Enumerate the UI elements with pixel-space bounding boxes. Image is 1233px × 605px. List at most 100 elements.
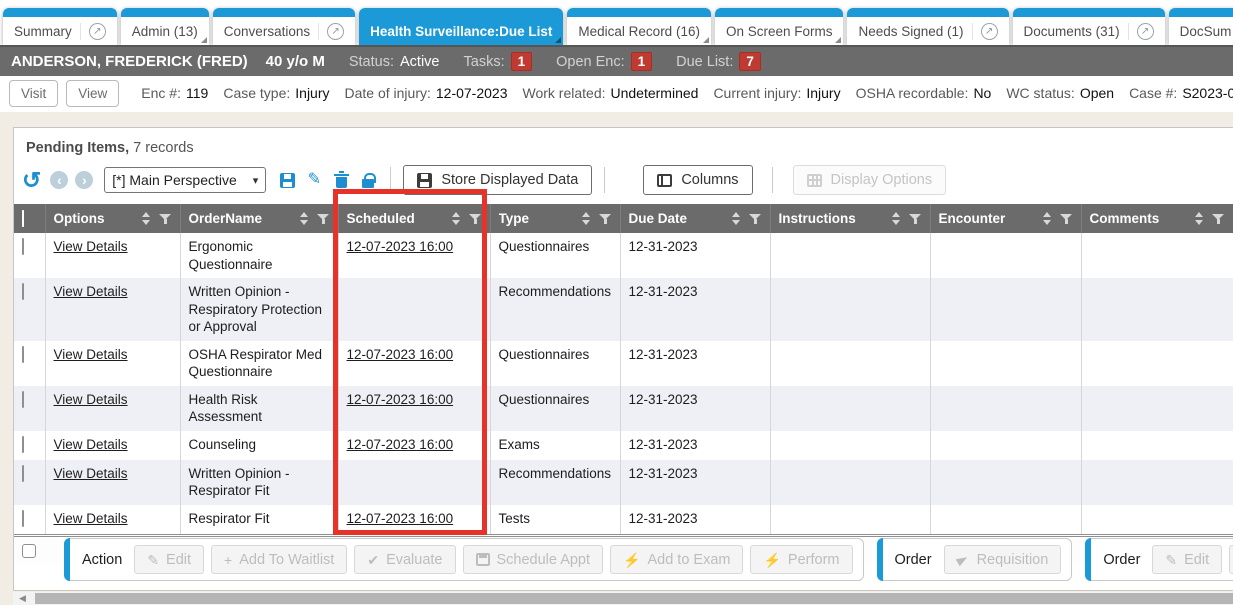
- scheduled-link[interactable]: 12-07-2023 16:00: [347, 347, 454, 362]
- row-checkbox[interactable]: [22, 283, 24, 300]
- bolt-icon: ⚡: [623, 553, 640, 567]
- add-to-exam-button[interactable]: ⚡Add to Exam: [610, 545, 743, 574]
- s-button[interactable]: S: [1229, 545, 1233, 574]
- button-label: Edit: [1184, 552, 1209, 568]
- filter-icon[interactable]: [1212, 213, 1225, 225]
- sort-icon[interactable]: [582, 212, 590, 225]
- perform-button[interactable]: ⚡Perform: [750, 545, 852, 574]
- view-details-link[interactable]: View Details: [54, 284, 128, 299]
- scheduled-link[interactable]: 12-07-2023 16:00: [347, 239, 454, 254]
- patient-age-sex: 40 y/o M: [266, 53, 325, 70]
- sort-icon[interactable]: [1195, 212, 1203, 225]
- add-to-waitlist-button[interactable]: +Add To Waitlist: [211, 545, 347, 574]
- tab-needs-signed-1[interactable]: Needs Signed (1)↗: [847, 8, 1008, 45]
- tab-health-surveillance-due-list[interactable]: Health Surveillance:Due List: [359, 8, 563, 45]
- due-list-badge[interactable]: 7: [739, 52, 761, 71]
- view-details-link[interactable]: View Details: [54, 466, 128, 481]
- save-icon[interactable]: [277, 173, 297, 188]
- row-checkbox[interactable]: [22, 436, 24, 453]
- undo-icon[interactable]: ↺: [22, 170, 41, 190]
- filter-icon[interactable]: [749, 213, 762, 225]
- nav-forward-icon[interactable]: ›: [75, 171, 93, 189]
- pencil-icon[interactable]: ✎: [304, 172, 324, 188]
- row-checkbox[interactable]: [22, 391, 24, 408]
- tab-body: On Screen Forms: [715, 17, 844, 45]
- sort-icon[interactable]: [732, 212, 740, 225]
- external-link-icon[interactable]: ↗: [1137, 23, 1154, 40]
- requisition-button[interactable]: Requisition: [944, 545, 1062, 574]
- row-checkbox[interactable]: [22, 465, 24, 482]
- tab-documents-31[interactable]: Documents (31)↗: [1013, 8, 1165, 45]
- horizontal-scrollbar[interactable]: ◀: [13, 592, 1233, 605]
- tab-docsum-dv[interactable]: DocSum DV↗: [1169, 8, 1233, 45]
- view-details-link[interactable]: View Details: [54, 437, 128, 452]
- type-cell: Tests: [490, 505, 620, 534]
- filter-icon[interactable]: [317, 213, 330, 225]
- sort-icon[interactable]: [300, 212, 308, 225]
- column-header-ordername: OrderName: [180, 204, 338, 233]
- row-checkbox[interactable]: [22, 346, 24, 363]
- filter-icon[interactable]: [159, 213, 172, 225]
- evaluate-button[interactable]: ✔Evaluate: [354, 545, 455, 574]
- schedule-appt-button[interactable]: Schedule Appt: [463, 545, 604, 574]
- lock-icon[interactable]: [358, 172, 378, 188]
- order-name-cell: OSHA Respirator Med Questionnaire: [180, 341, 338, 386]
- row-select-cell: [14, 341, 45, 386]
- scheduled-link[interactable]: 12-07-2023 16:00: [347, 392, 454, 407]
- trash-icon[interactable]: [331, 172, 351, 188]
- encounter-fields: Enc #:119Case type:InjuryDate of injury:…: [141, 85, 1233, 101]
- open-enc-badge[interactable]: 1: [631, 52, 653, 71]
- options-cell: View Details: [45, 341, 180, 386]
- scrollbar-thumb[interactable]: [35, 593, 1233, 604]
- tasks-badge[interactable]: 1: [511, 52, 533, 71]
- sort-icon[interactable]: [452, 212, 460, 225]
- scroll-left-icon[interactable]: ◀: [15, 592, 30, 605]
- view-button[interactable]: View: [66, 80, 119, 107]
- edit-button[interactable]: ✎Edit: [134, 545, 204, 574]
- comments-cell: [1081, 386, 1233, 431]
- display-options-button[interactable]: Display Options: [793, 165, 947, 195]
- external-link-icon[interactable]: ↗: [327, 23, 344, 40]
- external-link-wrap: ↗: [1128, 23, 1154, 40]
- bolt-icon: ⚡: [763, 553, 780, 567]
- view-details-link[interactable]: View Details: [54, 511, 128, 526]
- scheduled-link[interactable]: 12-07-2023 16:00: [347, 437, 454, 452]
- view-details-link[interactable]: View Details: [54, 239, 128, 254]
- tab-admin-13[interactable]: Admin (13): [121, 8, 209, 45]
- edit-button[interactable]: ✎Edit: [1152, 545, 1222, 574]
- scheduled-link[interactable]: 12-07-2023 16:00: [347, 511, 454, 526]
- view-details-link[interactable]: View Details: [54, 347, 128, 362]
- new-row-checkbox[interactable]: [22, 544, 36, 558]
- view-details-link[interactable]: View Details: [54, 392, 128, 407]
- perspective-select[interactable]: [*] Main Perspective ▾: [104, 167, 266, 193]
- nav-back-icon[interactable]: ‹: [50, 171, 68, 189]
- tab-label: DocSum DV: [1180, 24, 1233, 39]
- sort-icon[interactable]: [1043, 212, 1051, 225]
- sort-icon[interactable]: [142, 212, 150, 225]
- row-checkbox[interactable]: [22, 238, 24, 255]
- external-link-icon[interactable]: ↗: [981, 23, 998, 40]
- store-displayed-data-button[interactable]: Store Displayed Data: [403, 165, 592, 195]
- filter-icon[interactable]: [469, 213, 482, 225]
- toolbar-separator: [604, 167, 605, 193]
- tab-medical-record-16[interactable]: Medical Record (16): [567, 8, 711, 45]
- filter-icon[interactable]: [599, 213, 612, 225]
- tab-summary[interactable]: Summary↗: [3, 8, 117, 45]
- row-checkbox[interactable]: [22, 510, 24, 527]
- tab-conversations[interactable]: Conversations↗: [213, 8, 355, 45]
- filter-icon[interactable]: [909, 213, 922, 225]
- select-all-checkbox[interactable]: [22, 210, 24, 227]
- due-list-label: Due List:: [676, 54, 733, 70]
- external-link-wrap: ↗: [80, 23, 106, 40]
- columns-button[interactable]: Columns: [643, 165, 752, 195]
- instructions-cell: [770, 460, 930, 505]
- filter-icon[interactable]: [1060, 213, 1073, 225]
- button-label: Add To Waitlist: [239, 552, 334, 568]
- field-value: 119: [186, 85, 208, 101]
- sort-icon[interactable]: [892, 212, 900, 225]
- scheduled-cell: 12-07-2023 16:00: [338, 505, 490, 534]
- visit-button[interactable]: Visit: [9, 80, 58, 107]
- external-link-icon[interactable]: ↗: [89, 23, 106, 40]
- row-select-cell: [14, 431, 45, 460]
- tab-on-screen-forms[interactable]: On Screen Forms: [715, 8, 844, 45]
